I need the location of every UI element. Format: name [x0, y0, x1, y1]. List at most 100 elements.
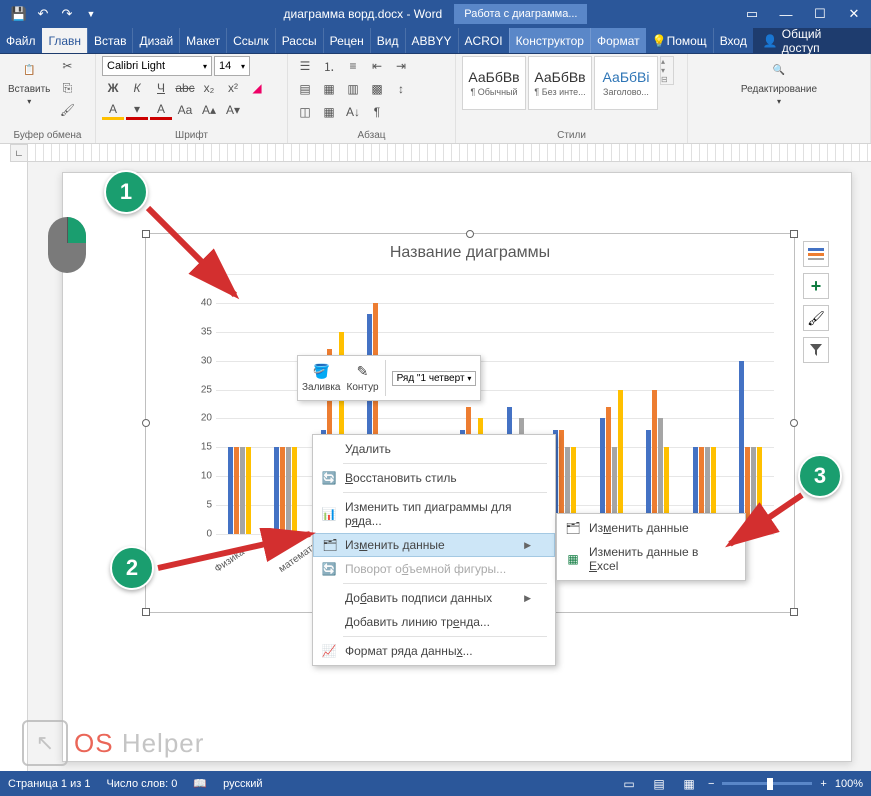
strike-button[interactable]: abc	[174, 78, 196, 98]
web-layout-icon[interactable]: ▦	[678, 775, 700, 793]
chart-styles-icon[interactable]: 🖌	[803, 305, 829, 331]
resize-handle[interactable]	[790, 230, 798, 238]
share-button[interactable]: 👤 Общий доступ	[753, 28, 871, 53]
bar[interactable]	[292, 447, 297, 534]
horizontal-ruler[interactable]	[28, 144, 871, 162]
print-layout-icon[interactable]: ▤	[648, 775, 670, 793]
close-icon[interactable]: ✕	[837, 0, 871, 28]
ctx-change-type[interactable]: 📊Изменить тип диаграммы для ряда...	[313, 495, 555, 533]
chart-layout-icon[interactable]	[803, 241, 829, 267]
line-spacing-button[interactable]: ↕	[390, 79, 412, 99]
resize-handle[interactable]	[142, 230, 150, 238]
superscript-button[interactable]: x²	[222, 78, 244, 98]
styles-up-icon[interactable]: ▴	[661, 57, 673, 66]
styles-more-icon[interactable]: ⊟	[661, 75, 673, 84]
zoom-out-button[interactable]: −	[708, 778, 714, 790]
style-no-spacing[interactable]: АаБбВв¶ Без инте...	[528, 56, 592, 110]
multilevel-button[interactable]: ≡	[342, 56, 364, 76]
chart-title[interactable]: Название диаграммы	[146, 234, 794, 266]
tab-references[interactable]: Ссылк	[226, 28, 275, 53]
copy-icon[interactable]: ⎘	[56, 78, 78, 98]
minimize-icon[interactable]: —	[769, 0, 803, 28]
login-link[interactable]: Вход	[713, 28, 753, 53]
qat-dropdown-icon[interactable]: ▼	[80, 3, 102, 25]
paste-button[interactable]: 📋 Вставить ▾	[6, 56, 52, 108]
zoom-in-button[interactable]: +	[820, 778, 826, 790]
ribbon-options-icon[interactable]: ▭	[735, 0, 769, 28]
bar-group[interactable]	[263, 447, 310, 534]
sub-edit-data[interactable]: 🗂Изменить данные	[557, 516, 745, 540]
show-marks-button[interactable]: ¶	[366, 102, 388, 122]
bar[interactable]	[274, 447, 279, 534]
subscript-button[interactable]: x₂	[198, 78, 220, 98]
ctx-delete[interactable]: Удалить	[313, 437, 555, 461]
vertical-ruler[interactable]	[10, 162, 28, 771]
outline-button[interactable]: ✎ Контур	[347, 363, 379, 393]
tab-chart-format[interactable]: Формат	[590, 28, 646, 53]
fill-button[interactable]: 🪣 Заливка	[302, 363, 341, 393]
ctx-add-trendline[interactable]: Добавить линию тренда...	[313, 610, 555, 634]
shrink-font-button[interactable]: A▾	[222, 100, 244, 120]
bar-group[interactable]	[216, 447, 263, 534]
page-count[interactable]: Страница 1 из 1	[8, 778, 90, 790]
text-effect-button[interactable]: A	[150, 100, 172, 120]
change-case-button[interactable]: Aa	[174, 100, 196, 120]
tab-mailings[interactable]: Рассы	[275, 28, 323, 53]
zoom-slider[interactable]	[722, 782, 812, 785]
bar[interactable]	[246, 447, 251, 534]
undo-icon[interactable]: ↶	[32, 3, 54, 25]
bar-group[interactable]	[728, 361, 775, 534]
shading-button[interactable]: ◫	[294, 102, 316, 122]
resize-handle[interactable]	[142, 419, 150, 427]
sub-edit-excel[interactable]: ▦Изменить данные в Excel	[557, 540, 745, 578]
tell-me-input[interactable]: 💡 Помощ	[646, 28, 713, 53]
bar[interactable]	[286, 447, 291, 534]
tab-file[interactable]: Файл	[0, 28, 42, 53]
tab-acrobat[interactable]: ACROI	[458, 28, 509, 53]
resize-handle[interactable]	[790, 419, 798, 427]
ctx-format-series[interactable]: 📈Формат ряда данных...	[313, 639, 555, 663]
language-status[interactable]: русский	[223, 778, 262, 790]
justify-button[interactable]: ▩	[366, 79, 388, 99]
font-size-combo[interactable]: 14▾	[214, 56, 250, 76]
ctx-add-labels[interactable]: Добавить подписи данных▶	[313, 586, 555, 610]
tab-insert[interactable]: Встав	[87, 28, 132, 53]
style-heading1[interactable]: АаБбВіЗаголово...	[594, 56, 658, 110]
style-normal[interactable]: АаБбВв¶ Обычный	[462, 56, 526, 110]
bar[interactable]	[228, 447, 233, 534]
bar[interactable]	[745, 447, 750, 534]
align-left-button[interactable]: ▤	[294, 79, 316, 99]
styles-down-icon[interactable]: ▾	[661, 66, 673, 75]
zoom-level[interactable]: 100%	[835, 778, 863, 790]
find-button[interactable]: 🔍 Редактирование ▾	[739, 56, 819, 108]
word-count[interactable]: Число слов: 0	[106, 778, 177, 790]
tab-design[interactable]: Дизай	[132, 28, 179, 53]
maximize-icon[interactable]: ☐	[803, 0, 837, 28]
save-icon[interactable]: 💾	[8, 3, 30, 25]
align-right-button[interactable]: ▥	[342, 79, 364, 99]
bar[interactable]	[280, 447, 285, 534]
tab-review[interactable]: Рецен	[323, 28, 370, 53]
sort-button[interactable]: A↓	[342, 102, 364, 122]
underline-button[interactable]: Ч	[150, 78, 172, 98]
read-mode-icon[interactable]: ▭	[618, 775, 640, 793]
ruler-corner[interactable]: ∟	[10, 144, 28, 162]
redo-icon[interactable]: ↷	[56, 3, 78, 25]
resize-handle[interactable]	[790, 608, 798, 616]
grow-font-button[interactable]: A▴	[198, 100, 220, 120]
numbering-button[interactable]: ⒈	[318, 56, 340, 76]
tab-abbyy[interactable]: ABBYY	[405, 28, 458, 53]
chart-filter-icon[interactable]	[803, 337, 829, 363]
clear-format-icon[interactable]: ◢	[246, 78, 268, 98]
resize-handle[interactable]	[142, 608, 150, 616]
bar[interactable]	[739, 361, 744, 534]
increase-indent-button[interactable]: ⇥	[390, 56, 412, 76]
series-selector-combo[interactable]: Ряд "1 четверт ▾	[392, 371, 477, 386]
format-painter-icon[interactable]: 🖌	[56, 100, 78, 120]
bar[interactable]	[757, 447, 762, 534]
bar[interactable]	[240, 447, 245, 534]
highlight-button[interactable]: A	[102, 100, 124, 120]
ctx-reset-style[interactable]: 🔄Восстановить стиль	[313, 466, 555, 490]
chart-elements-icon[interactable]: +	[803, 273, 829, 299]
bar[interactable]	[234, 447, 239, 534]
